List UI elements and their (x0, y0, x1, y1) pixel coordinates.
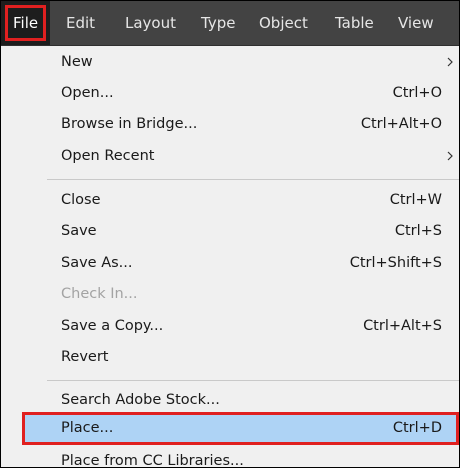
menu-item-label: Save As... (61, 255, 133, 271)
menu-bar: File Edit Layout Type Object Table View (1, 1, 459, 46)
menu-item-label: Save (61, 223, 97, 239)
menu-item-place-from-cc-libraries[interactable]: Place from CC Libraries... (1, 446, 459, 468)
menu-type[interactable]: Type (201, 1, 235, 45)
menu-separator (47, 179, 459, 180)
menu-item-label: Close (61, 192, 101, 208)
menu-item-shortcut: Ctrl+W (389, 192, 442, 208)
menu-item-shortcut: Ctrl+D (392, 420, 442, 436)
menu-item-open[interactable]: Open... Ctrl+O (1, 78, 459, 108)
menu-edit[interactable]: Edit (66, 1, 95, 45)
file-dropdown-menu: New Open... Ctrl+O Browse in Bridge... C… (1, 46, 459, 468)
menu-item-save[interactable]: Save Ctrl+S (1, 216, 459, 246)
menu-item-save-a-copy[interactable]: Save a Copy... Ctrl+Alt+S (1, 311, 459, 341)
menu-item-label: Revert (61, 349, 109, 365)
menu-item-check-in: Check In... (1, 279, 459, 309)
menu-view[interactable]: View (398, 1, 434, 45)
menu-item-revert[interactable]: Revert (1, 342, 459, 372)
menu-item-label: Place... (61, 420, 114, 436)
menu-item-label: Open Recent (61, 148, 155, 164)
menu-item-open-recent[interactable]: Open Recent (1, 141, 459, 171)
menu-table[interactable]: Table (335, 1, 374, 45)
menu-item-label: Search Adobe Stock... (61, 392, 220, 408)
menu-item-shortcut: Ctrl+Shift+S (349, 255, 442, 271)
menu-item-label: Open... (61, 85, 114, 101)
menu-item-new[interactable]: New (1, 47, 459, 77)
menu-item-label: Place from CC Libraries... (61, 453, 244, 468)
menu-item-label: Browse in Bridge... (61, 116, 198, 132)
menu-item-label: Check In... (61, 286, 138, 302)
menu-item-label: New (61, 54, 93, 70)
menu-item-close[interactable]: Close Ctrl+W (1, 185, 459, 215)
chevron-right-icon (447, 57, 453, 67)
menu-item-place[interactable]: Place... Ctrl+D (22, 412, 459, 445)
menu-layout[interactable]: Layout (125, 1, 176, 45)
menu-item-shortcut: Ctrl+Alt+O (360, 116, 442, 132)
menu-file[interactable]: File (1, 1, 51, 45)
menu-item-shortcut: Ctrl+O (392, 85, 442, 101)
menu-item-browse-in-bridge[interactable]: Browse in Bridge... Ctrl+Alt+O (1, 109, 459, 139)
menu-item-save-as[interactable]: Save As... Ctrl+Shift+S (1, 248, 459, 278)
menu-item-shortcut: Ctrl+S (394, 223, 442, 239)
application-window: File Edit Layout Type Object Table View … (0, 0, 460, 468)
menu-object[interactable]: Object (259, 1, 308, 45)
menu-item-shortcut: Ctrl+Alt+S (363, 318, 442, 334)
menu-item-label: Save a Copy... (61, 318, 164, 334)
chevron-right-icon (447, 151, 453, 161)
menu-item-search-adobe-stock[interactable]: Search Adobe Stock... (1, 385, 459, 415)
menu-separator (47, 380, 459, 381)
